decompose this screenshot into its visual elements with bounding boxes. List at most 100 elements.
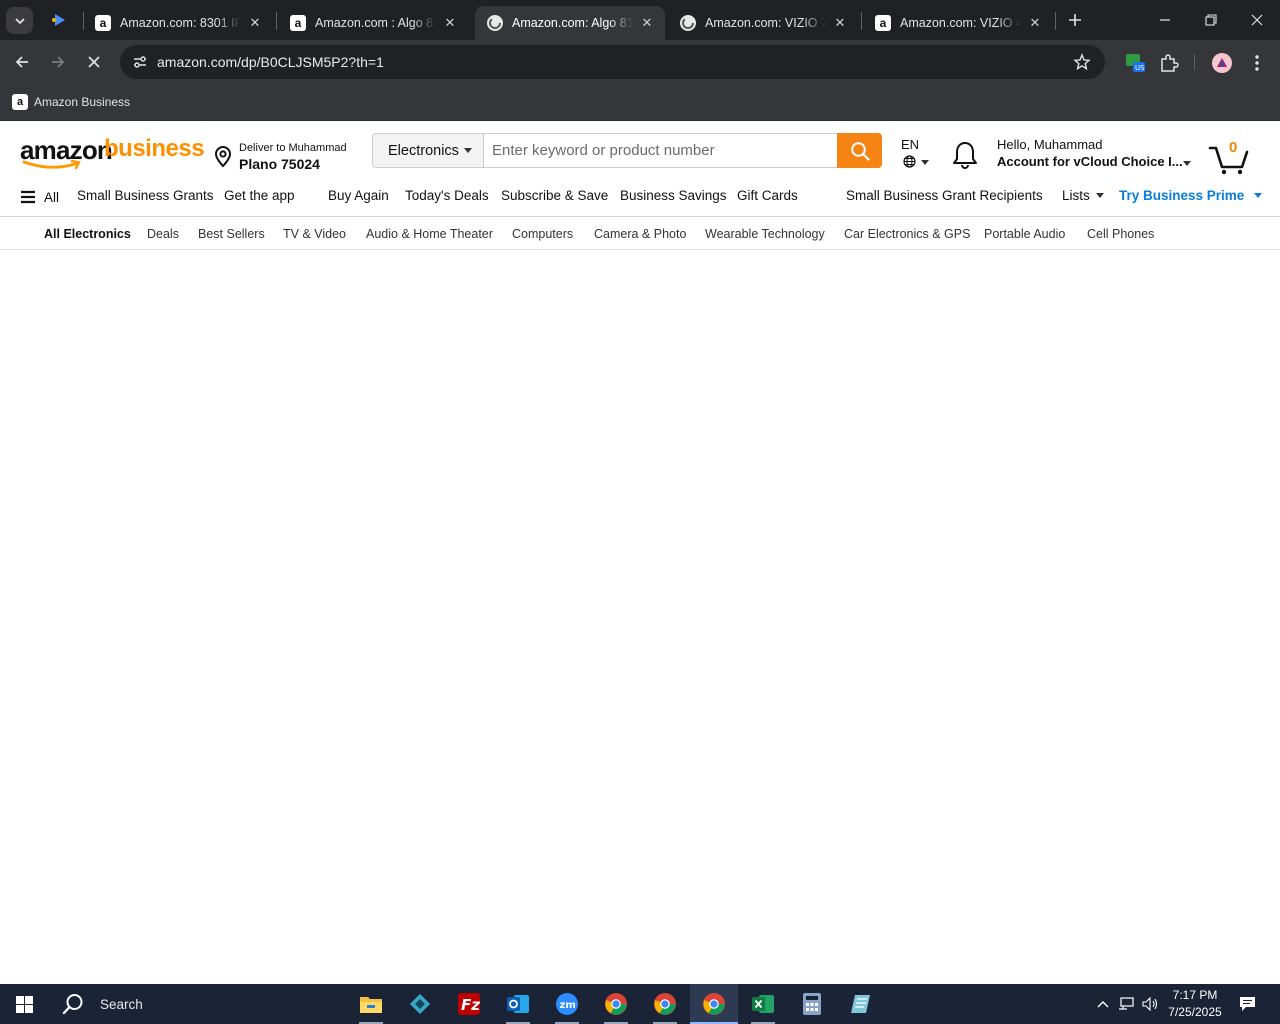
category-cell-phones[interactable]: Cell Phones — [1087, 227, 1154, 241]
minimize-button[interactable] — [1142, 0, 1188, 40]
calculator-icon — [803, 993, 821, 1015]
category-portable-audio[interactable]: Portable Audio — [984, 227, 1065, 241]
nav-link-get-the-app[interactable]: Get the app — [224, 188, 295, 203]
nav-link-grant-recipients[interactable]: Small Business Grant Recipients — [846, 188, 1043, 203]
restore-button[interactable] — [1188, 0, 1234, 40]
try-business-prime-link[interactable]: Try Business Prime — [1119, 188, 1263, 203]
all-menu-button[interactable]: All — [20, 187, 59, 207]
plus-icon — [1069, 14, 1081, 26]
cart-button[interactable]: 0 — [1208, 137, 1252, 175]
notification-bell-icon[interactable] — [951, 140, 979, 170]
search-category-dropdown[interactable]: Electronics — [372, 133, 484, 168]
notes-icon — [851, 995, 870, 1013]
bookmarks-bar: a Amazon Business — [0, 84, 1280, 121]
chrome-icon — [654, 993, 676, 1015]
search-icon — [850, 141, 870, 161]
category-camera-photo[interactable]: Camera & Photo — [594, 227, 686, 241]
taskbar-excel[interactable] — [739, 984, 787, 1024]
taskbar-calculator[interactable] — [788, 984, 836, 1024]
address-bar[interactable]: amazon.com/dp/B0CLJSM5P2?th=1 — [120, 45, 1105, 79]
category-audio-home-theater[interactable]: Audio & Home Theater — [366, 227, 493, 241]
nav-link-small-business-grants[interactable]: Small Business Grants — [77, 188, 214, 203]
pinned-tab[interactable] — [44, 6, 74, 34]
taskbar-notes[interactable] — [837, 984, 885, 1024]
caret-down-icon — [1254, 193, 1263, 198]
vpn-extension-icon[interactable]: US — [1124, 52, 1146, 74]
taskbar-zoom[interactable]: zm — [543, 984, 591, 1024]
tab-2[interactable]: a Amazon.com : Algo 8201 PoE IP Intercom… — [278, 6, 468, 40]
category-car-electronics-gps[interactable]: Car Electronics & GPS — [844, 227, 970, 241]
category-all-electronics[interactable]: All Electronics — [44, 227, 131, 241]
notification-center-button[interactable] — [1234, 984, 1260, 1024]
windows-logo-icon — [15, 995, 33, 1013]
network-status[interactable] — [1116, 984, 1136, 1024]
nav-link-subscribe-save[interactable]: Subscribe & Save — [501, 188, 608, 203]
account-menu[interactable]: Hello, Muhammad Account for vCloud Choic… — [997, 137, 1197, 173]
taskbar-filezilla[interactable]: Fz — [445, 984, 493, 1024]
new-tab-button[interactable] — [1063, 8, 1087, 32]
more-menu-icon[interactable] — [1246, 52, 1268, 74]
taskbar-search[interactable]: Search — [48, 984, 348, 1024]
svg-text:zm: zm — [560, 1000, 576, 1011]
close-icon[interactable]: ✕ — [832, 15, 848, 31]
taskbar-app-diamond[interactable] — [396, 984, 444, 1024]
media-play-icon — [52, 14, 65, 26]
app-diamond-icon — [410, 994, 430, 1014]
loading-icon — [680, 15, 696, 31]
tab-5[interactable]: a Amazon.com: VIZIO 40-inch ✕ — [863, 6, 1053, 40]
taskbar-clock[interactable]: 7:17 PM 7/25/2025 — [1160, 987, 1230, 1021]
category-wearable-technology[interactable]: Wearable Technology — [705, 227, 825, 241]
smile-arrow-icon — [22, 160, 81, 170]
tab-title: Amazon.com: Algo 8180 SIP Audio Alerter — [512, 16, 633, 30]
close-icon[interactable]: ✕ — [639, 15, 655, 31]
site-info-button[interactable] — [128, 50, 152, 74]
windows-taskbar: Search Fz zm 7:17 PM 7/25/2025 — [0, 984, 1280, 1024]
screen: a Amazon.com: 8301 IP Paging Adapter ✕ a… — [0, 0, 1280, 1024]
nav-link-business-savings[interactable]: Business Savings — [620, 188, 727, 203]
taskbar-file-explorer[interactable] — [347, 984, 395, 1024]
toolbar-separator — [1194, 54, 1195, 70]
close-window-button[interactable] — [1234, 0, 1280, 40]
stop-loading-button[interactable] — [80, 48, 108, 76]
nav-link-buy-again[interactable]: Buy Again — [328, 188, 389, 203]
lists-dropdown[interactable]: Lists — [1062, 188, 1104, 203]
tune-icon — [134, 56, 146, 68]
extensions-puzzle-icon[interactable] — [1158, 52, 1180, 74]
tab-4[interactable]: Amazon.com: VIZIO 75-inch ✕ — [668, 6, 858, 40]
language-selector[interactable]: EN — [901, 137, 935, 171]
network-icon — [1119, 997, 1134, 1010]
taskbar-outlook[interactable] — [494, 984, 542, 1024]
search-submit-button[interactable] — [837, 133, 882, 168]
start-button[interactable] — [0, 984, 48, 1024]
taskbar-chrome-1[interactable] — [592, 984, 640, 1024]
tab-1[interactable]: a Amazon.com: 8301 IP Paging Adapter ✕ — [83, 6, 273, 40]
category-best-sellers[interactable]: Best Sellers — [198, 227, 265, 241]
taskbar-search-label: Search — [100, 996, 143, 1012]
close-icon[interactable]: ✕ — [1027, 15, 1043, 31]
bookmark-amazon-business[interactable]: a Amazon Business — [12, 92, 130, 112]
show-hidden-icons-button[interactable] — [1094, 984, 1112, 1024]
volume-control[interactable] — [1140, 984, 1160, 1024]
search-input[interactable] — [483, 133, 838, 168]
close-icon[interactable]: ✕ — [442, 15, 458, 31]
chevron-down-icon — [14, 17, 25, 24]
nav-link-gift-cards[interactable]: Gift Cards — [737, 188, 798, 203]
tab-3-active[interactable]: Amazon.com: Algo 8180 SIP Audio Alerter … — [475, 6, 665, 40]
category-tv-video[interactable]: TV & Video — [283, 227, 346, 241]
nav-link-todays-deals[interactable]: Today's Deals — [405, 188, 489, 203]
category-deals[interactable]: Deals — [147, 227, 179, 241]
profile-avatar-icon[interactable] — [1211, 52, 1233, 74]
url-text[interactable]: amazon.com/dp/B0CLJSM5P2?th=1 — [157, 54, 384, 70]
bookmark-star-icon[interactable] — [1073, 53, 1091, 71]
excel-icon — [752, 995, 774, 1013]
prime-label: Try Business Prime — [1119, 188, 1245, 203]
close-icon[interactable]: ✕ — [247, 15, 263, 31]
taskbar-chrome-3-active[interactable] — [690, 984, 738, 1024]
forward-button[interactable] — [44, 48, 72, 76]
category-computers[interactable]: Computers — [512, 227, 573, 241]
taskbar-chrome-2[interactable] — [641, 984, 689, 1024]
back-button[interactable] — [8, 48, 36, 76]
tab-title: Amazon.com : Algo 8201 PoE IP Intercom — [315, 16, 436, 30]
amazon-a-icon: a — [12, 94, 28, 110]
tab-search-button[interactable] — [6, 7, 33, 34]
